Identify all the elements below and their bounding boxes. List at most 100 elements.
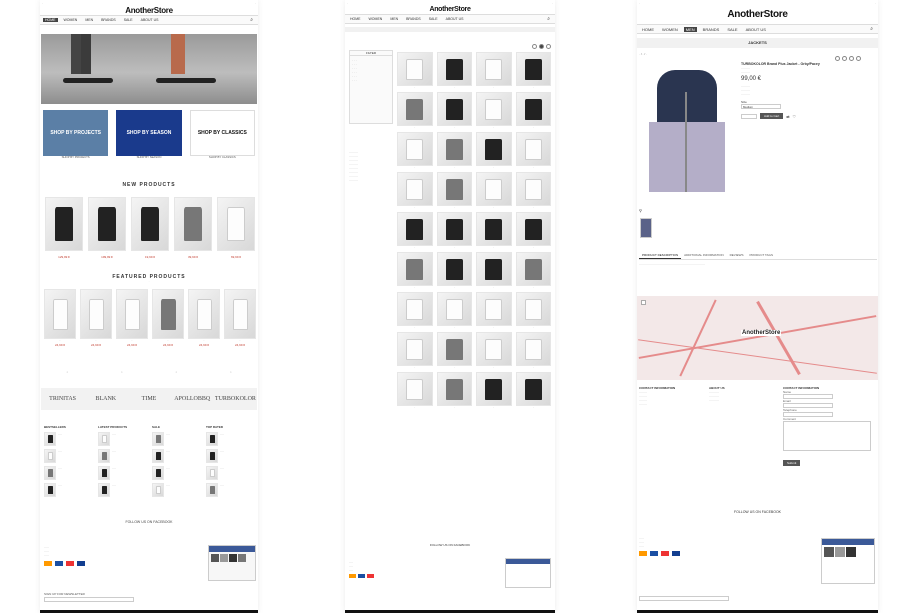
grid-product-image[interactable] — [476, 92, 512, 126]
nav-item-men[interactable]: MEN — [83, 18, 95, 22]
nav-item-about-us[interactable]: ABOUT US — [744, 27, 768, 32]
nav-item-brands[interactable]: BRANDS — [701, 27, 722, 32]
product-image[interactable] — [224, 289, 256, 339]
nav-item-sale[interactable]: SALE — [725, 27, 739, 32]
facebook-widget[interactable] — [208, 545, 256, 581]
nav-item-women[interactable]: WOMEN — [367, 17, 385, 21]
grid-product-image[interactable] — [476, 52, 512, 86]
grid-product-image[interactable] — [476, 212, 512, 246]
size-select[interactable]: Medium — [741, 104, 781, 109]
brand-logo[interactable]: TIME — [127, 396, 170, 402]
product-image[interactable] — [80, 289, 112, 339]
search-icon[interactable]: ⌕ — [248, 17, 255, 23]
product-image[interactable] — [188, 289, 220, 339]
grid-product-image[interactable] — [436, 172, 472, 206]
grid-product[interactable]: · — [436, 332, 472, 369]
facebook-follow[interactable]: FOLLOW US ON FACEBOOK — [345, 543, 555, 547]
facebook-follow[interactable]: FOLLOW US ON FACEBOOK — [40, 520, 258, 524]
grid-product[interactable]: · — [397, 52, 433, 89]
grid-product-image[interactable] — [515, 52, 551, 86]
grid-product-image[interactable] — [436, 132, 472, 166]
form-field[interactable] — [783, 421, 871, 451]
add-to-cart-button[interactable]: Add to Cart — [760, 113, 784, 119]
mini-product[interactable]: ···· — [152, 449, 202, 463]
grid-product-image[interactable] — [436, 212, 472, 246]
product-card[interactable]: · 24,99 € — [224, 289, 256, 347]
mini-product[interactable]: ···· — [98, 432, 148, 446]
store-logo[interactable]: AnotherStore — [637, 6, 878, 24]
facebook-icon[interactable] — [835, 56, 840, 61]
product-image[interactable] — [45, 197, 83, 251]
mini-product[interactable]: ···· — [44, 432, 94, 446]
grid-product[interactable]: · — [515, 292, 551, 329]
promo-banner[interactable]: SHOP BY CLASSICS SHOP BY CLASSICS — [189, 110, 255, 160]
grid-product[interactable]: · — [476, 172, 512, 209]
grid-product[interactable]: · — [515, 92, 551, 129]
submit-button[interactable]: Submit — [783, 460, 801, 466]
mini-product[interactable]: ···· — [206, 432, 256, 446]
grid-product-image[interactable] — [515, 132, 551, 166]
grid-product[interactable]: · — [515, 172, 551, 209]
grid-product[interactable]: · — [397, 172, 433, 209]
facebook-widget[interactable] — [505, 558, 551, 588]
grid-product[interactable]: · — [436, 252, 472, 289]
thumbnail[interactable] — [640, 218, 652, 238]
product-image[interactable] — [217, 197, 255, 251]
promo-banner[interactable]: SHOP BY SEASON SHOP BY SEASON — [116, 110, 182, 160]
mini-product[interactable]: ···· — [98, 466, 148, 480]
mini-product[interactable]: ···· — [206, 483, 256, 497]
grid-product-image[interactable] — [515, 252, 551, 286]
grid-product[interactable]: · — [436, 132, 472, 169]
grid-product[interactable]: · — [397, 212, 433, 249]
product-image[interactable] — [174, 197, 212, 251]
grid-product[interactable]: · — [397, 332, 433, 369]
grid-product[interactable]: · — [476, 212, 512, 249]
grid-product-image[interactable] — [476, 172, 512, 206]
grid-product[interactable]: · — [476, 52, 512, 89]
product-card[interactable]: · 24,99 € — [116, 289, 148, 347]
qty-stepper[interactable] — [741, 113, 757, 119]
grid-product[interactable]: · — [436, 292, 472, 329]
grid-product[interactable]: · — [476, 292, 512, 329]
brand-logo[interactable]: APOLLOBBQ — [171, 396, 214, 402]
product-image[interactable] — [116, 289, 148, 339]
grid-product-image[interactable] — [515, 332, 551, 366]
tab-additional-information[interactable]: ADDITIONAL INFORMATION — [681, 252, 727, 259]
grid-product[interactable]: · — [515, 372, 551, 409]
grid-product[interactable]: · — [515, 132, 551, 169]
store-logo[interactable]: AnotherStore — [40, 6, 258, 15]
facebook-follow[interactable]: FOLLOW US ON FACEBOOK — [637, 510, 878, 514]
product-image[interactable] — [88, 197, 126, 251]
map-zoom-control[interactable] — [641, 300, 646, 305]
product-image[interactable] — [44, 289, 76, 339]
zoom-icon[interactable]: ⚲ — [639, 208, 642, 213]
brand-logo[interactable]: BLANK — [84, 396, 127, 402]
grid-product[interactable]: · — [397, 292, 433, 329]
hero-banner[interactable] — [41, 34, 257, 104]
grid-product[interactable]: · — [476, 372, 512, 409]
grid-product[interactable]: · — [515, 52, 551, 89]
mini-product[interactable]: ···· — [152, 483, 202, 497]
store-map[interactable]: AnotherStore — [637, 296, 878, 380]
product-card[interactable]: · 199,99 € — [88, 197, 126, 259]
nav-item-home[interactable]: HOME — [348, 17, 363, 21]
grid-product-image[interactable] — [476, 332, 512, 366]
product-card[interactable]: · 39,99 € — [174, 197, 212, 259]
grid-product-image[interactable] — [436, 252, 472, 286]
grid-product-image[interactable] — [436, 52, 472, 86]
grid-product-image[interactable] — [515, 172, 551, 206]
nav-item-about-us[interactable]: ABOUT US — [444, 17, 466, 21]
grid-product[interactable]: · — [476, 132, 512, 169]
product-card[interactable]: · 129,99 € — [45, 197, 83, 259]
brand-logo[interactable]: TURBOKOLOR — [214, 396, 257, 402]
tab-reviews[interactable]: REVIEWS — [727, 252, 747, 259]
nav-item-brands[interactable]: BRANDS — [404, 17, 423, 21]
grid-product[interactable]: · — [397, 372, 433, 409]
nav-item-sale[interactable]: SALE — [427, 17, 440, 21]
product-card[interactable]: · 24,99 € — [188, 289, 220, 347]
nav-item-women[interactable]: WOMEN — [660, 27, 680, 32]
twitter-icon[interactable] — [842, 56, 847, 61]
pinterest-icon[interactable] — [849, 56, 854, 61]
grid-product[interactable]: · — [515, 212, 551, 249]
mini-product[interactable]: ···· — [98, 449, 148, 463]
